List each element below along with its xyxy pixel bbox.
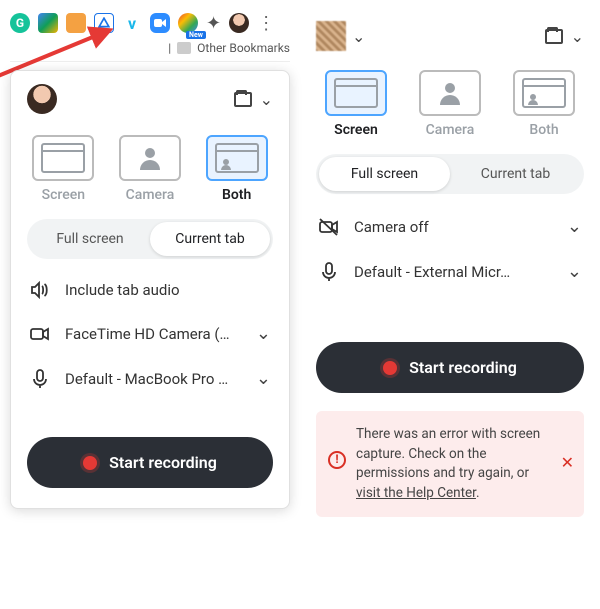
- browser-extension-toolbar: G v New ✦ ⋮: [10, 8, 290, 38]
- mode-camera[interactable]: Camera: [419, 70, 481, 138]
- include-tab-audio-row[interactable]: Include tab audio: [27, 269, 273, 311]
- browser-menu-icon[interactable]: ⋮: [257, 13, 275, 34]
- speaker-icon: [29, 281, 51, 299]
- tab-audio-label: Include tab audio: [65, 281, 180, 299]
- seg-full-screen[interactable]: Full screen: [319, 157, 450, 191]
- ext-vimeo-icon[interactable]: v: [122, 13, 142, 33]
- mode-camera[interactable]: Camera: [119, 135, 181, 203]
- mode-both[interactable]: Both: [206, 135, 268, 203]
- start-recording-button[interactable]: Start recording: [27, 437, 273, 488]
- mode-screen-label: Screen: [334, 122, 378, 138]
- library-folder-button[interactable]: [545, 29, 563, 44]
- mic-select-row[interactable]: Default - MacBook Pro … ⌄: [27, 356, 273, 401]
- mode-camera-label: Camera: [126, 187, 175, 203]
- record-label: Start recording: [409, 358, 517, 377]
- mode-screen-label: Screen: [42, 187, 85, 203]
- ext-rainbow-icon[interactable]: New: [178, 13, 198, 33]
- error-banner: ! There was an error with screen capture…: [316, 411, 584, 517]
- screen-icon: [41, 143, 85, 173]
- ext-zoom-icon[interactable]: [150, 13, 170, 33]
- camera-select-row[interactable]: FaceTime HD Camera (… ⌄: [27, 311, 273, 356]
- recorder-popup-right: ⌄ ⌄ Screen Camera Both: [310, 16, 590, 517]
- camera-off-icon: [318, 218, 340, 236]
- camera-person-icon: [140, 148, 160, 168]
- new-badge: New: [186, 31, 206, 39]
- ext-triangle-icon[interactable]: [94, 13, 114, 33]
- ext-grammarly-icon[interactable]: G: [10, 13, 30, 33]
- mode-both-label: Both: [529, 122, 558, 138]
- video-camera-icon: [29, 326, 51, 342]
- mic-select-value: Default - MacBook Pro …: [65, 370, 228, 388]
- mode-screen[interactable]: Screen: [325, 70, 387, 138]
- mic-select-row[interactable]: Default - External Micr… ⌄: [316, 249, 584, 294]
- seg-current-tab[interactable]: Current tab: [450, 157, 581, 191]
- microphone-icon: [318, 262, 340, 282]
- recorder-popup-left: ⌄ Screen Camera Both Full screen: [10, 70, 290, 509]
- seg-full-screen[interactable]: Full screen: [30, 222, 150, 256]
- error-text: There was an error with screen capture. …: [356, 426, 540, 501]
- mic-select-value: Default - External Micr…: [354, 263, 510, 281]
- mode-both[interactable]: Both: [513, 70, 575, 138]
- chevron-down-icon: ⌄: [567, 261, 582, 282]
- record-dot-icon: [83, 456, 97, 470]
- error-alert-icon: !: [328, 451, 346, 469]
- header-chevron-down-icon[interactable]: ⌄: [571, 27, 584, 46]
- chevron-down-icon: ⌄: [256, 368, 271, 389]
- camera-off-row[interactable]: Camera off ⌄: [316, 204, 584, 249]
- mode-both-label: Both: [222, 187, 251, 203]
- seg-current-tab[interactable]: Current tab: [150, 222, 270, 256]
- user-avatar[interactable]: [27, 84, 57, 114]
- bookmarks-bar: | Other Bookmarks: [10, 38, 290, 62]
- both-icon: [522, 78, 566, 108]
- folder-icon: [177, 42, 191, 54]
- screen-icon: [334, 78, 378, 108]
- camera-person-icon: [440, 83, 460, 103]
- avatar-chevron-down-icon[interactable]: ⌄: [352, 27, 365, 46]
- mode-camera-label: Camera: [426, 122, 475, 138]
- profile-avatar-icon[interactable]: [229, 13, 249, 33]
- record-label: Start recording: [109, 453, 217, 472]
- error-close-icon[interactable]: ✕: [561, 451, 574, 474]
- chevron-down-icon: ⌄: [256, 323, 271, 344]
- extensions-puzzle-icon[interactable]: ✦: [206, 13, 221, 34]
- capture-scope-toggle: Full screen Current tab: [27, 219, 273, 259]
- capture-scope-toggle: Full screen Current tab: [316, 154, 584, 194]
- help-center-link[interactable]: visit the Help Center: [356, 485, 476, 501]
- record-dot-icon: [383, 361, 397, 375]
- chevron-down-icon: ⌄: [567, 216, 582, 237]
- mode-screen[interactable]: Screen: [32, 135, 94, 203]
- camera-off-label: Camera off: [354, 218, 429, 236]
- ext-drive-icon[interactable]: [38, 13, 58, 33]
- microphone-icon: [29, 369, 51, 389]
- both-icon: [215, 143, 259, 173]
- other-bookmarks-link[interactable]: Other Bookmarks: [197, 41, 290, 55]
- start-recording-button[interactable]: Start recording: [316, 342, 584, 393]
- user-avatar-pixelated[interactable]: [316, 21, 346, 51]
- ext-analytics-icon[interactable]: [66, 13, 86, 33]
- library-folder-button[interactable]: [234, 92, 252, 107]
- camera-select-value: FaceTime HD Camera (…: [65, 325, 230, 343]
- header-chevron-down-icon[interactable]: ⌄: [260, 90, 273, 109]
